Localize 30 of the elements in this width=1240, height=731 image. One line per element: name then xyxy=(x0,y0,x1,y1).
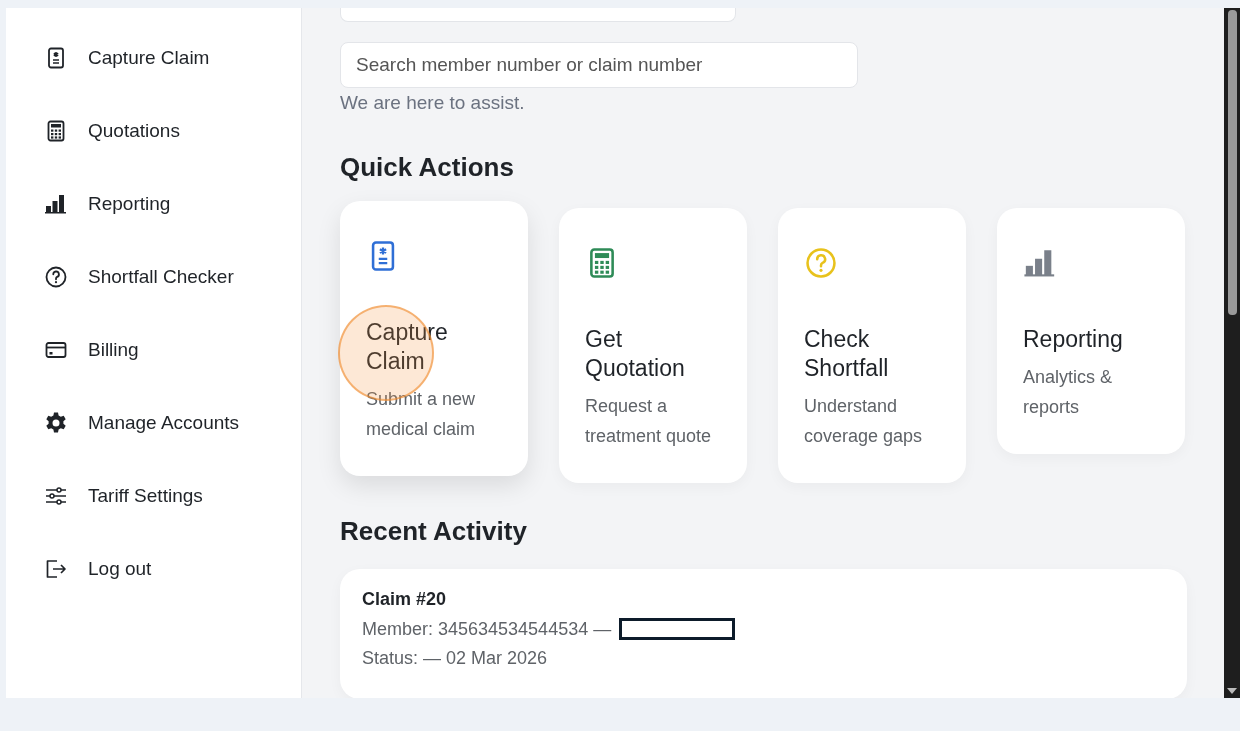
action-card[interactable]: Reporting Analytics & reports xyxy=(997,208,1185,454)
input-field[interactable] xyxy=(340,8,736,22)
sidebar-item[interactable]: Billing xyxy=(6,328,301,371)
card-description: Understand coverage gaps xyxy=(804,395,924,448)
card-title: Get Quotation xyxy=(585,325,686,383)
search-field[interactable]: Search member number or claim number xyxy=(340,42,858,88)
sidebar-item[interactable]: Capture Claim xyxy=(6,36,301,79)
card-description: Analytics & reports xyxy=(1023,366,1114,419)
sidebar-item[interactable]: Log out xyxy=(6,547,301,590)
assist-text: We are here to assist. xyxy=(340,92,526,114)
member-text: Member: 345634534544534 — xyxy=(362,618,612,640)
status-text: Status: — 02 Mar 2026 xyxy=(362,648,548,669)
section-title: Recent Activity xyxy=(340,516,528,547)
sidebar-item[interactable]: Shortfall Checker xyxy=(6,255,301,298)
action-card[interactable]: Get Quotation Request a treatment quote xyxy=(559,208,747,483)
card-description: Request a treatment quote xyxy=(585,395,713,448)
activity-title: Claim #20 xyxy=(362,589,448,610)
card-title: Check Shortfall xyxy=(804,325,890,383)
activity-card[interactable]: Claim #20 Member: 345634534544534 — Status: — 02 Mar 2026 xyxy=(340,569,1187,698)
card-title: Reporting xyxy=(1023,325,1124,354)
question-icon xyxy=(804,246,838,280)
sidebar-item[interactable]: Manage Accounts xyxy=(6,401,301,444)
section-title: Quick Actions xyxy=(340,152,515,183)
sidebar-item[interactable]: Reporting xyxy=(6,182,301,225)
sidebar-item[interactable]: Tariff Settings xyxy=(6,474,301,517)
question-icon xyxy=(44,264,68,289)
sidebar-item[interactable]: Quotations xyxy=(6,109,301,152)
action-card[interactable]: Check Shortfall Understand coverage gaps xyxy=(778,208,966,483)
gear-icon xyxy=(44,410,68,435)
scrollbar[interactable] xyxy=(1224,8,1240,698)
